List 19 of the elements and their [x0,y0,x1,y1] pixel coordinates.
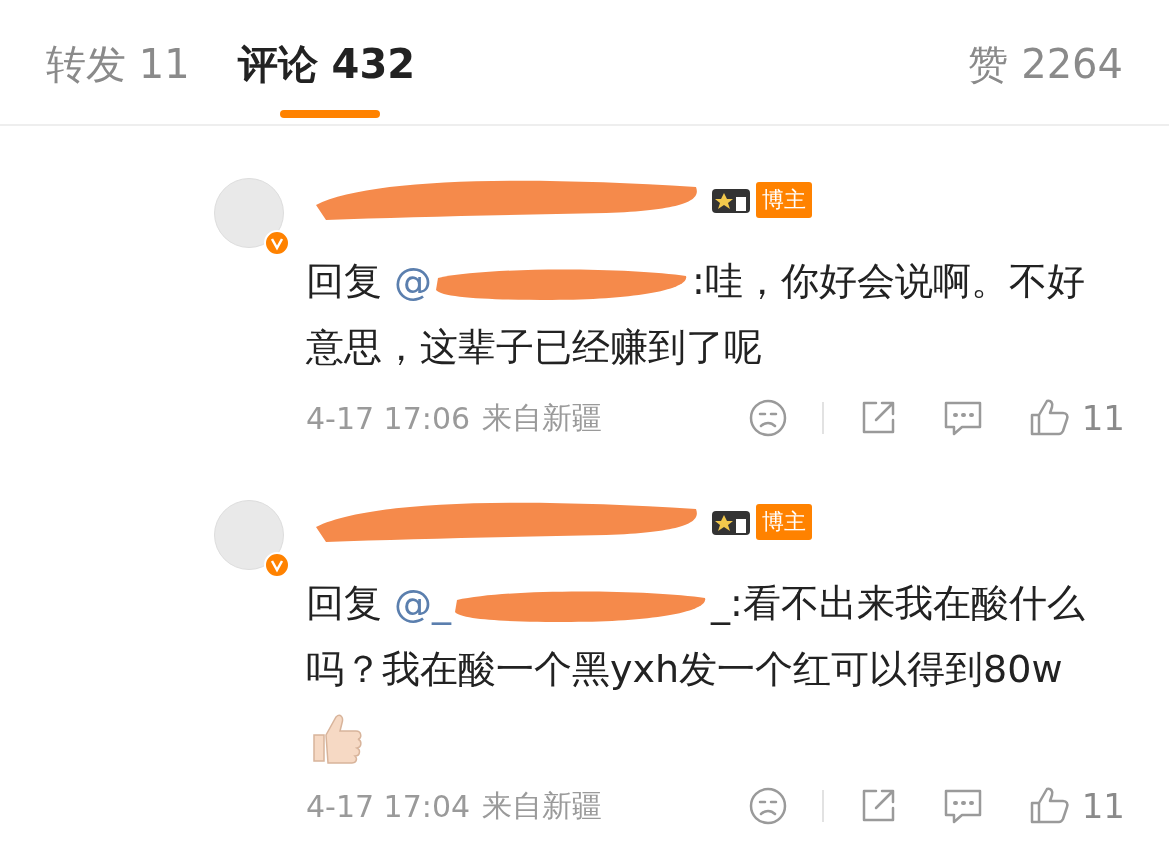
tab[interactable]: 转发 11 [46,0,190,90]
tab[interactable]: 赞 2264 [968,0,1123,90]
sad-face-icon[interactable] [747,398,788,438]
comment-source: 来自新疆 [482,398,603,437]
verified-badge-icon [264,552,290,578]
blogger-tag: 博主 [756,182,812,218]
mention-link[interactable]: @_ [394,581,452,625]
like-count: 11 [1081,786,1125,826]
like-count: 11 [1081,398,1125,438]
comment-time: 4-17 17:04 [306,788,471,824]
verified-badge-icon [264,230,290,256]
mention-link[interactable]: @ [394,259,433,303]
sad-face-icon[interactable] [747,786,788,826]
comment-text: 回复 @_ _:看不出来我在酸什么吗？我在酸一个黑yxh发一个红可以得到80w [306,570,1086,768]
tab[interactable]: 评论 432 [237,0,416,90]
blogger-tag: 博主 [756,504,812,540]
comment-source: 来自新疆 [482,786,603,825]
comment-text: 回复 @ :哇，你好会说啊。不好意思，这辈子已经赚到了呢 [306,258,1086,371]
comment-time: 4-17 17:06 [306,400,471,436]
